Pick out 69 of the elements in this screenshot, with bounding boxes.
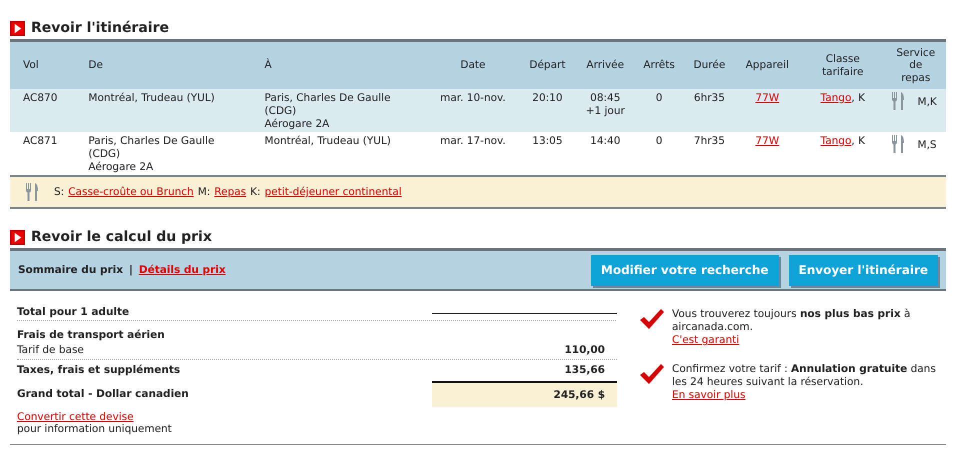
- section-title: Revoir le calcul du prix: [31, 229, 212, 245]
- meal-type-link[interactable]: petit-déjeuner continental: [264, 186, 402, 198]
- column-header: Départ: [529, 59, 566, 72]
- column-header: Appareil: [746, 59, 789, 72]
- column-header: Date: [460, 59, 486, 72]
- price-amount: 110,00: [564, 344, 605, 356]
- meal-type-link[interactable]: Repas: [214, 186, 246, 198]
- promise-link[interactable]: C'est garanti: [672, 334, 740, 347]
- section-title: Revoir l'itinéraire: [31, 20, 169, 36]
- action-button[interactable]: Envoyer l'itinéraire: [788, 254, 938, 286]
- column-header: Vol: [23, 59, 39, 72]
- column-header: De: [88, 59, 103, 72]
- column-header: Arrêts: [643, 59, 675, 72]
- promise-text: Confirmez votre tarif : Annulation gratuite dans les 24 heures suivant la réservation.: [672, 363, 937, 389]
- departure-time: 20:10: [532, 92, 563, 104]
- arrival-time: 14:40: [590, 135, 620, 148]
- price-tab[interactable]: Sommaire du prix: [18, 264, 124, 276]
- arrow-icon: [10, 20, 25, 36]
- checkmark-icon: [640, 364, 664, 384]
- flight-date: mar. 10-nov.: [440, 92, 506, 104]
- flight-duration: 7hr35: [694, 135, 725, 147]
- origin: Montréal, Trudeau (YUL): [88, 92, 215, 105]
- column-header: Service de repas: [896, 46, 936, 84]
- meal-code: S:: [54, 186, 64, 198]
- meal-code: M:: [198, 186, 210, 198]
- price-label: Taxes, frais et suppléments: [17, 364, 182, 376]
- price-label: Total pour 1 adulte: [17, 306, 130, 318]
- column-header: Durée: [694, 59, 726, 72]
- cutlery-icon: [892, 92, 904, 110]
- flight-date: mar. 17-nov.: [440, 135, 506, 147]
- departure-time: 13:05: [532, 135, 563, 147]
- column-header: À: [264, 59, 272, 72]
- price-amount: 135,66: [564, 364, 605, 376]
- info-note: pour information uniquement: [17, 423, 172, 435]
- total-amount: 245,66 $: [554, 389, 605, 401]
- price-tab[interactable]: Détails du prix: [138, 264, 226, 276]
- promise-link[interactable]: En savoir plus: [672, 389, 746, 402]
- stops-count: 0: [656, 135, 662, 147]
- aircraft-link[interactable]: 77W: [755, 135, 780, 147]
- fare-code: , K: [851, 92, 865, 104]
- arrow-icon: [10, 230, 25, 244]
- column-header: Arrivée: [586, 59, 624, 72]
- fare-class-link[interactable]: Tango: [820, 92, 852, 104]
- meal-codes: M,S: [918, 139, 937, 152]
- promise-text: Vous trouverez toujours nos plus bas prix à aircanada.com.: [672, 308, 912, 334]
- flight-number: AC870: [23, 92, 58, 104]
- convert-currency-link[interactable]: Convertir cette devise: [17, 411, 134, 423]
- checkmark-icon: [640, 309, 664, 329]
- price-label: Frais de transport aérien: [17, 329, 166, 341]
- fare-code: , K: [851, 135, 865, 147]
- arrival-time: 08:45 +1 jour: [586, 92, 625, 118]
- action-button[interactable]: Modifier votre recherche: [590, 254, 779, 286]
- fare-class-link[interactable]: Tango: [820, 135, 852, 147]
- cutlery-icon: [892, 135, 904, 153]
- flight-number: AC871: [23, 135, 58, 147]
- destination: Paris, Charles De Gaulle (CDG) Aérogare 2A: [264, 92, 392, 131]
- meal-type-link[interactable]: Casse-croûte ou Brunch: [68, 186, 194, 198]
- price-label: Tarif de base: [17, 344, 85, 356]
- destination: Montréal, Trudeau (YUL): [264, 135, 391, 148]
- cutlery-icon: [26, 183, 38, 201]
- flight-duration: 6hr35: [694, 92, 725, 104]
- aircraft-link[interactable]: 77W: [755, 92, 780, 104]
- meal-code: K:: [250, 186, 261, 198]
- stops-count: 0: [656, 92, 662, 104]
- origin: Paris, Charles De Gaulle (CDG) Aérogare 2A: [88, 135, 216, 174]
- tab-separator: |: [129, 264, 133, 276]
- meal-codes: M,K: [918, 96, 937, 109]
- total-label: Grand total - Dollar canadien: [17, 388, 190, 400]
- column-header: Classe tarifaire: [822, 52, 864, 78]
